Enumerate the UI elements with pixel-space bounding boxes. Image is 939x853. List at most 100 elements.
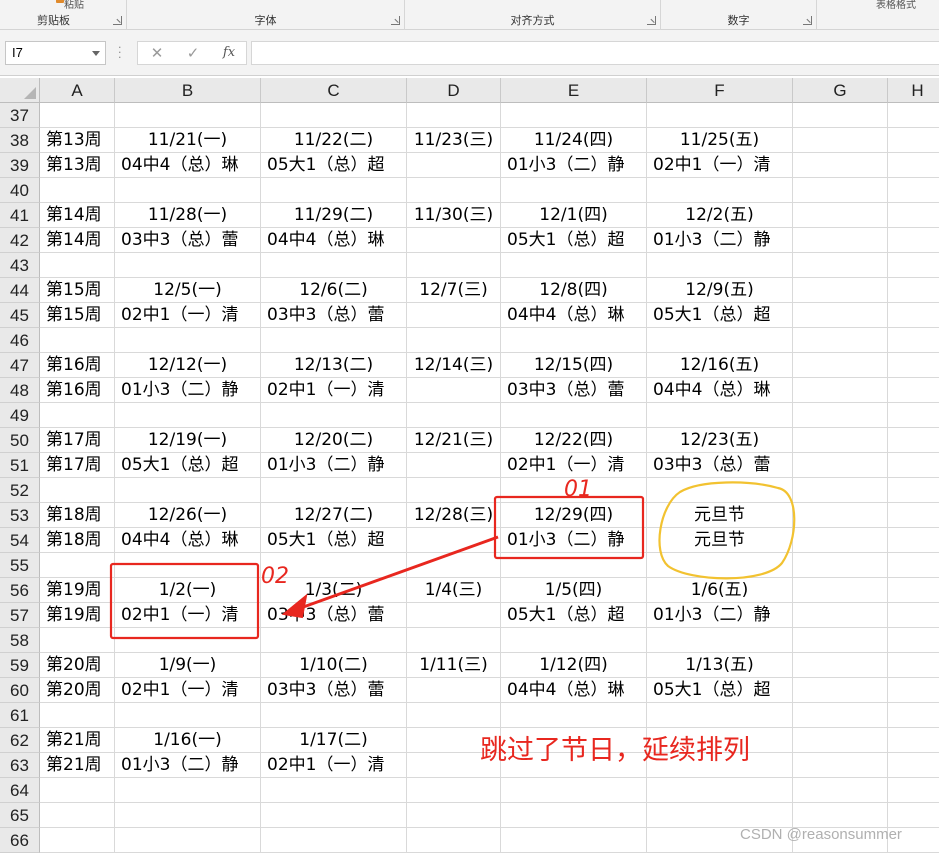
cell-f46[interactable] — [647, 328, 793, 353]
cell-c66[interactable] — [261, 828, 407, 853]
cell-f40[interactable] — [647, 178, 793, 203]
cell-c47[interactable]: 12/13(二) — [261, 353, 407, 378]
cell-d47[interactable]: 12/14(三) — [407, 353, 501, 378]
cell-g41[interactable] — [793, 203, 888, 228]
cell-b39[interactable]: 04中4（总）琳 — [115, 153, 261, 178]
more-options-icon[interactable]: · · · — [118, 42, 122, 63]
cell-c50[interactable]: 12/20(二) — [261, 428, 407, 453]
cell-b48[interactable]: 01小3（二）静 — [115, 378, 261, 403]
cell-f53[interactable]: 元旦节 — [647, 503, 793, 528]
cell-d48[interactable] — [407, 378, 501, 403]
cell-g39[interactable] — [793, 153, 888, 178]
cell-a43[interactable] — [40, 253, 115, 278]
cell-d54[interactable] — [407, 528, 501, 553]
cell-e64[interactable] — [501, 778, 647, 803]
cell-g45[interactable] — [793, 303, 888, 328]
cell-g63[interactable] — [793, 753, 888, 778]
cell-e58[interactable] — [501, 628, 647, 653]
column-header-e[interactable]: E — [501, 78, 647, 103]
cell-e55[interactable] — [501, 553, 647, 578]
insert-function-icon[interactable]: fx — [214, 42, 244, 64]
cell-g62[interactable] — [793, 728, 888, 753]
cell-f41[interactable]: 12/2(五) — [647, 203, 793, 228]
cell-h37[interactable] — [888, 103, 939, 128]
column-header-h[interactable]: H — [888, 78, 939, 103]
cell-b42[interactable]: 03中3（总）蕾 — [115, 228, 261, 253]
cell-h47[interactable] — [888, 353, 939, 378]
cell-f65[interactable] — [647, 803, 793, 828]
cell-b46[interactable] — [115, 328, 261, 353]
cell-c40[interactable] — [261, 178, 407, 203]
cell-c37[interactable] — [261, 103, 407, 128]
cell-c43[interactable] — [261, 253, 407, 278]
cell-h61[interactable] — [888, 703, 939, 728]
row-header[interactable]: 37 — [0, 103, 40, 128]
cell-h58[interactable] — [888, 628, 939, 653]
cell-a41[interactable]: 第14周 — [40, 203, 115, 228]
row-header[interactable]: 52 — [0, 478, 40, 503]
row-header[interactable]: 44 — [0, 278, 40, 303]
row-header[interactable]: 57 — [0, 603, 40, 628]
cell-a37[interactable] — [40, 103, 115, 128]
cell-g57[interactable] — [793, 603, 888, 628]
cell-d40[interactable] — [407, 178, 501, 203]
formula-input[interactable] — [251, 41, 939, 65]
cell-d57[interactable] — [407, 603, 501, 628]
column-header-b[interactable]: B — [115, 78, 261, 103]
cell-c44[interactable]: 12/6(二) — [261, 278, 407, 303]
cell-h59[interactable] — [888, 653, 939, 678]
cell-e44[interactable]: 12/8(四) — [501, 278, 647, 303]
cell-d37[interactable] — [407, 103, 501, 128]
cancel-icon[interactable]: ✕ — [142, 42, 172, 64]
cell-c62[interactable]: 1/17(二) — [261, 728, 407, 753]
row-header[interactable]: 60 — [0, 678, 40, 703]
cell-d42[interactable] — [407, 228, 501, 253]
cell-c56[interactable]: 1/3(二) — [261, 578, 407, 603]
cell-e54[interactable]: 01小3（二）静 — [501, 528, 647, 553]
row-header[interactable]: 50 — [0, 428, 40, 453]
cell-g48[interactable] — [793, 378, 888, 403]
cell-a59[interactable]: 第20周 — [40, 653, 115, 678]
cell-e45[interactable]: 04中4（总）琳 — [501, 303, 647, 328]
cell-e38[interactable]: 11/24(四) — [501, 128, 647, 153]
cell-c63[interactable]: 02中1（一）清 — [261, 753, 407, 778]
cell-c65[interactable] — [261, 803, 407, 828]
cell-g61[interactable] — [793, 703, 888, 728]
cell-d61[interactable] — [407, 703, 501, 728]
cell-a47[interactable]: 第16周 — [40, 353, 115, 378]
cell-d50[interactable]: 12/21(三) — [407, 428, 501, 453]
cell-f61[interactable] — [647, 703, 793, 728]
cell-f45[interactable]: 05大1（总）超 — [647, 303, 793, 328]
row-header[interactable]: 38 — [0, 128, 40, 153]
select-all-corner[interactable] — [0, 78, 40, 103]
cell-c60[interactable]: 03中3（总）蕾 — [261, 678, 407, 703]
cell-a44[interactable]: 第15周 — [40, 278, 115, 303]
row-header[interactable]: 49 — [0, 403, 40, 428]
cell-g51[interactable] — [793, 453, 888, 478]
cell-b53[interactable]: 12/26(一) — [115, 503, 261, 528]
cell-e65[interactable] — [501, 803, 647, 828]
cell-c53[interactable]: 12/27(二) — [261, 503, 407, 528]
cell-h45[interactable] — [888, 303, 939, 328]
cell-f60[interactable]: 05大1（总）超 — [647, 678, 793, 703]
cell-e52[interactable] — [501, 478, 647, 503]
cell-d52[interactable] — [407, 478, 501, 503]
cell-a42[interactable]: 第14周 — [40, 228, 115, 253]
cell-f47[interactable]: 12/16(五) — [647, 353, 793, 378]
cell-d41[interactable]: 11/30(三) — [407, 203, 501, 228]
cell-c38[interactable]: 11/22(二) — [261, 128, 407, 153]
cell-c46[interactable] — [261, 328, 407, 353]
cell-a55[interactable] — [40, 553, 115, 578]
row-header[interactable]: 51 — [0, 453, 40, 478]
cell-a45[interactable]: 第15周 — [40, 303, 115, 328]
cell-g42[interactable] — [793, 228, 888, 253]
column-header-f[interactable]: F — [647, 78, 793, 103]
cell-f38[interactable]: 11/25(五) — [647, 128, 793, 153]
row-header[interactable]: 59 — [0, 653, 40, 678]
row-header[interactable]: 53 — [0, 503, 40, 528]
cell-e60[interactable]: 04中4（总）琳 — [501, 678, 647, 703]
cell-c54[interactable]: 05大1（总）超 — [261, 528, 407, 553]
cell-h53[interactable] — [888, 503, 939, 528]
cell-e37[interactable] — [501, 103, 647, 128]
cell-h65[interactable] — [888, 803, 939, 828]
